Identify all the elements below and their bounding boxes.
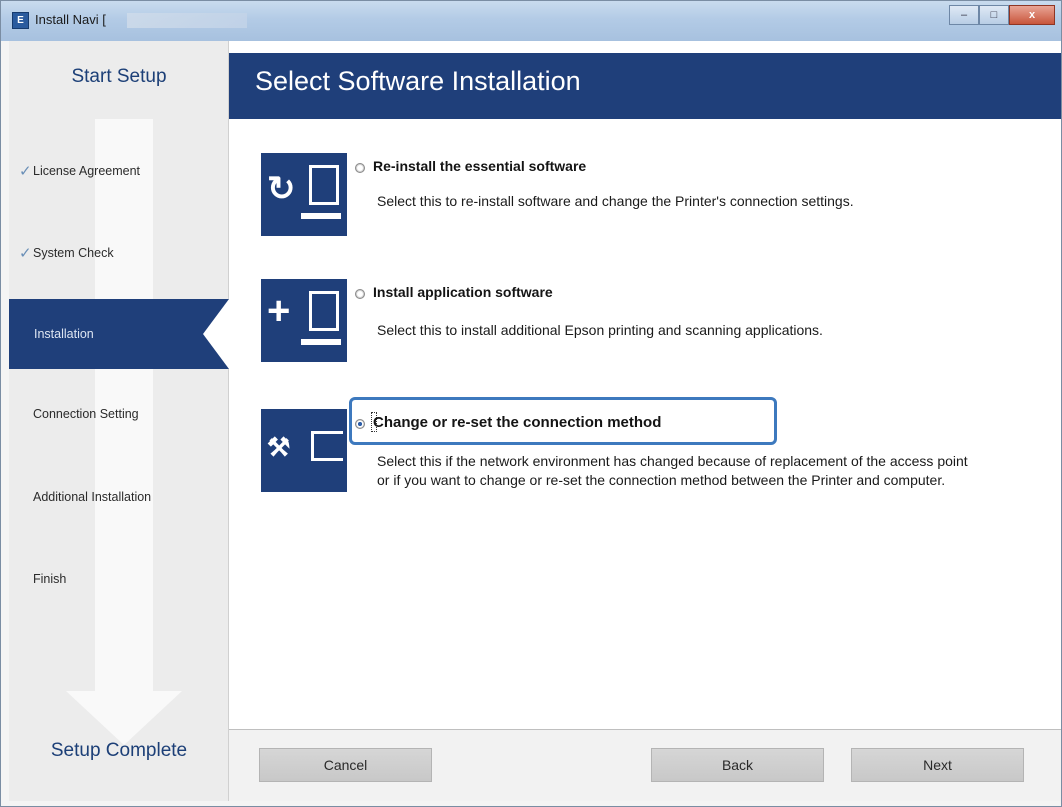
install-application-option-description: Select this to install additional Epson … xyxy=(377,322,823,338)
sidebar-footer: Setup Complete xyxy=(50,740,188,761)
reinstall-radio[interactable] xyxy=(355,163,365,173)
step-license-agreement: ✓ License Agreement xyxy=(9,153,229,189)
step-label: Finish xyxy=(33,572,67,586)
tools-icon: ⚒ xyxy=(267,432,291,462)
checkmark-icon: ✓ xyxy=(19,163,32,180)
active-step-pointer xyxy=(203,299,229,369)
step-label: System Check xyxy=(33,246,114,260)
app-icon: E xyxy=(12,12,29,29)
window-title-extension xyxy=(127,13,247,28)
refresh-computer-icon[interactable]: ↻ xyxy=(261,153,347,236)
step-label: Installation xyxy=(34,327,94,341)
main-panel: Select Software Installation ↻ Re-instal… xyxy=(229,41,1061,801)
button-bar: Cancel Back Next xyxy=(229,730,1061,801)
cancel-button[interactable]: Cancel xyxy=(259,748,432,782)
step-label: Connection Setting xyxy=(33,407,139,421)
minimize-icon: – xyxy=(960,9,968,21)
monitor-stand xyxy=(301,213,341,219)
maximize-button[interactable]: □ xyxy=(979,5,1009,25)
step-label: License Agreement xyxy=(33,164,141,178)
page-title: Select Software Installation xyxy=(255,66,581,96)
reinstall-option-title[interactable]: Re-install the essential software xyxy=(373,158,586,174)
page-header: Select Software Installation xyxy=(229,53,1061,119)
change-connection-radio[interactable] xyxy=(355,419,365,429)
title-bar[interactable]: E Install Navi [ – □ x xyxy=(1,1,1061,41)
step-installation: Installation xyxy=(9,299,229,369)
change-connection-option-title[interactable]: Change or re-set the connection method xyxy=(373,414,661,431)
step-finish: Finish xyxy=(9,561,229,597)
monitor-icon xyxy=(309,165,339,205)
minimize-button[interactable]: – xyxy=(949,5,979,25)
close-icon: x xyxy=(1028,9,1036,21)
tools-printer-icon[interactable]: ⚒ xyxy=(261,409,347,492)
install-application-option-title[interactable]: Install application software xyxy=(373,284,553,300)
sidebar-header: Start Setup xyxy=(71,66,167,87)
printer-icon xyxy=(311,431,343,461)
install-navi-window: E Install Navi [ – □ x Start Setup ✓ Lic… xyxy=(0,0,1062,807)
next-button[interactable]: Next xyxy=(851,748,1024,782)
step-connection-setting: Connection Setting xyxy=(9,396,229,432)
close-button[interactable]: x xyxy=(1009,5,1055,25)
maximize-icon: □ xyxy=(990,9,998,21)
plus-icon: + xyxy=(267,289,291,333)
reinstall-option-description: Select this to re-install software and c… xyxy=(377,193,854,209)
window-controls: – □ x xyxy=(949,5,1055,25)
step-system-check: ✓ System Check xyxy=(9,235,229,271)
back-button[interactable]: Back xyxy=(651,748,824,782)
refresh-icon: ↻ xyxy=(267,170,296,208)
step-label: Additional Installation xyxy=(33,490,152,504)
window-title: Install Navi [ xyxy=(35,12,106,27)
checkmark-icon: ✓ xyxy=(19,245,32,262)
install-application-radio[interactable] xyxy=(355,289,365,299)
setup-steps-sidebar: Start Setup ✓ License Agreement ✓ System… xyxy=(9,41,229,801)
add-computer-icon[interactable]: + xyxy=(261,279,347,362)
monitor-stand xyxy=(301,339,341,345)
change-connection-option-description: Select this if the network environment h… xyxy=(377,453,968,488)
monitor-icon xyxy=(309,291,339,331)
step-additional-installation: Additional Installation xyxy=(9,479,229,515)
